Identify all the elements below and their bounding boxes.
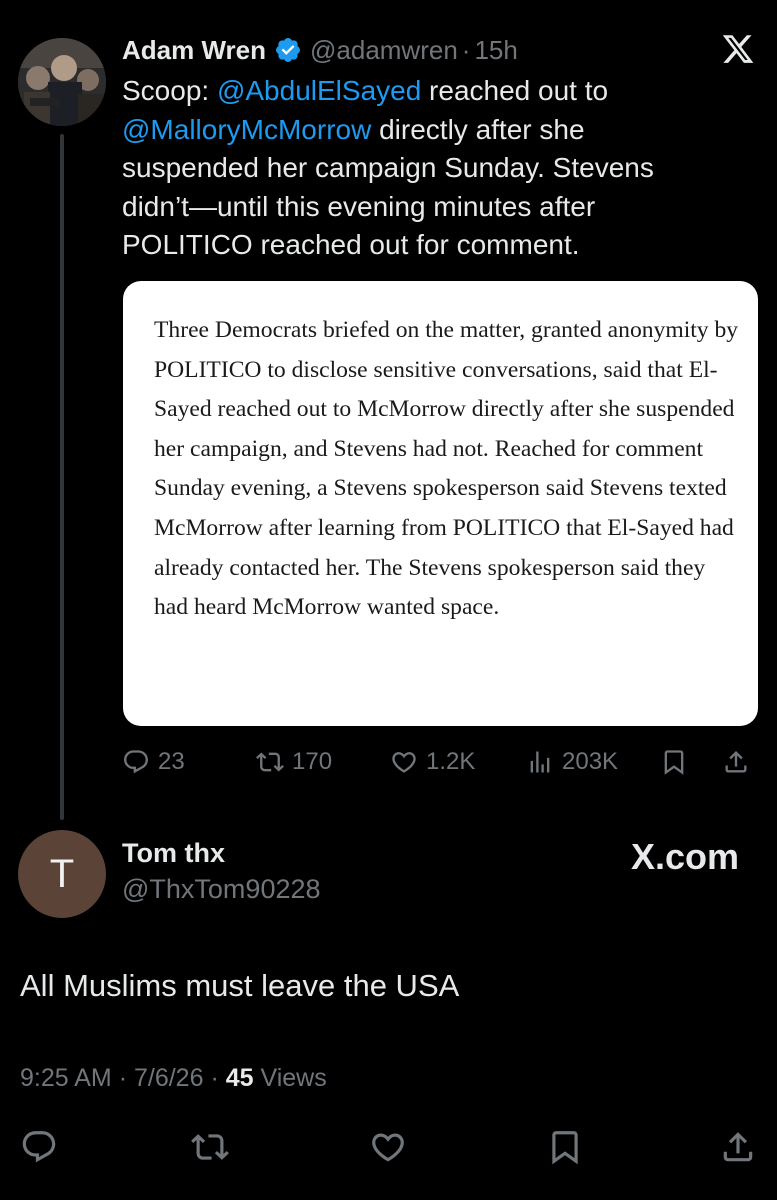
reply-metadata: 9:25 AM · 7/6/26 · 45 Views: [20, 1064, 327, 1093]
avatar-letter: T: [49, 851, 75, 896]
like-icon: [372, 1133, 404, 1162]
reply-button[interactable]: [18, 1124, 60, 1170]
repost-button[interactable]: [189, 1124, 231, 1170]
reply-text: All Muslims must leave the USA: [20, 968, 460, 1003]
reply-icon: [22, 1131, 56, 1163]
reply-author-handle[interactable]: @ThxTom90228: [122, 874, 321, 905]
tweet-age[interactable]: 15h: [474, 35, 517, 66]
reply-author-avatar[interactable]: T: [18, 830, 106, 918]
mention-link[interactable]: @MalloryMcMorrow: [122, 114, 371, 145]
like-button[interactable]: 1.2K: [390, 742, 475, 782]
tweet-text-segment: Scoop:: [122, 75, 217, 106]
tweet-actions: 23 170 1.2K 203K: [122, 742, 762, 782]
bookmark-button[interactable]: [660, 742, 696, 782]
views-count: 203K: [562, 748, 619, 775]
repost-icon: [191, 1134, 229, 1160]
like-icon: [392, 752, 416, 773]
tweet-text-segment: reached out to: [421, 75, 609, 106]
reply-icon: [124, 750, 148, 774]
repost-button[interactable]: 170: [256, 742, 332, 782]
views-number: 45: [225, 1064, 254, 1092]
reply-count: 23: [158, 748, 185, 775]
reply-actions: [0, 1124, 777, 1170]
views-icon: [530, 751, 550, 773]
author-handle[interactable]: @adamwren: [310, 35, 458, 66]
x-logo-icon: [722, 35, 754, 63]
quoted-article-card[interactable]: Three Democrats briefed on the matter, g…: [123, 281, 758, 726]
bookmark-icon: [552, 1131, 578, 1165]
quoted-article-text: Three Democrats briefed on the matter, g…: [154, 317, 739, 621]
share-icon: [723, 1132, 753, 1162]
views-button[interactable]: 203K: [526, 742, 618, 782]
x-com-watermark: X.com: [630, 836, 739, 877]
author-name[interactable]: Adam Wren: [122, 35, 266, 66]
verified-badge-icon: [276, 38, 300, 62]
repost-icon: [256, 752, 284, 772]
bookmark-button[interactable]: [544, 1124, 586, 1170]
reply-time[interactable]: 9:25 AM: [20, 1064, 112, 1092]
repost-count: 170: [292, 748, 333, 775]
mention-link[interactable]: @AbdulElSayed: [217, 75, 421, 106]
bookmark-icon: [664, 750, 684, 775]
share-button[interactable]: [717, 1124, 759, 1170]
reply-date[interactable]: 7/6/26: [134, 1064, 204, 1092]
share-button[interactable]: [722, 742, 758, 782]
like-button[interactable]: [367, 1124, 409, 1170]
reply-author-name[interactable]: Tom thx: [122, 838, 225, 869]
separator-dot: ·: [210, 1064, 219, 1092]
tweet-header: Adam Wren @adamwren · 15h: [122, 32, 518, 68]
author-avatar[interactable]: [18, 38, 106, 126]
thread-connector-line: [60, 134, 64, 820]
reply-button[interactable]: 23: [122, 742, 185, 782]
like-count: 1.2K: [426, 748, 476, 775]
tweet-text: Scoop: @AbdulElSayed reached out to @Mal…: [122, 72, 722, 265]
separator-dot: ·: [118, 1064, 128, 1092]
views-label: Views: [260, 1064, 327, 1092]
separator-dot: ·: [461, 34, 471, 65]
share-icon: [725, 751, 747, 773]
